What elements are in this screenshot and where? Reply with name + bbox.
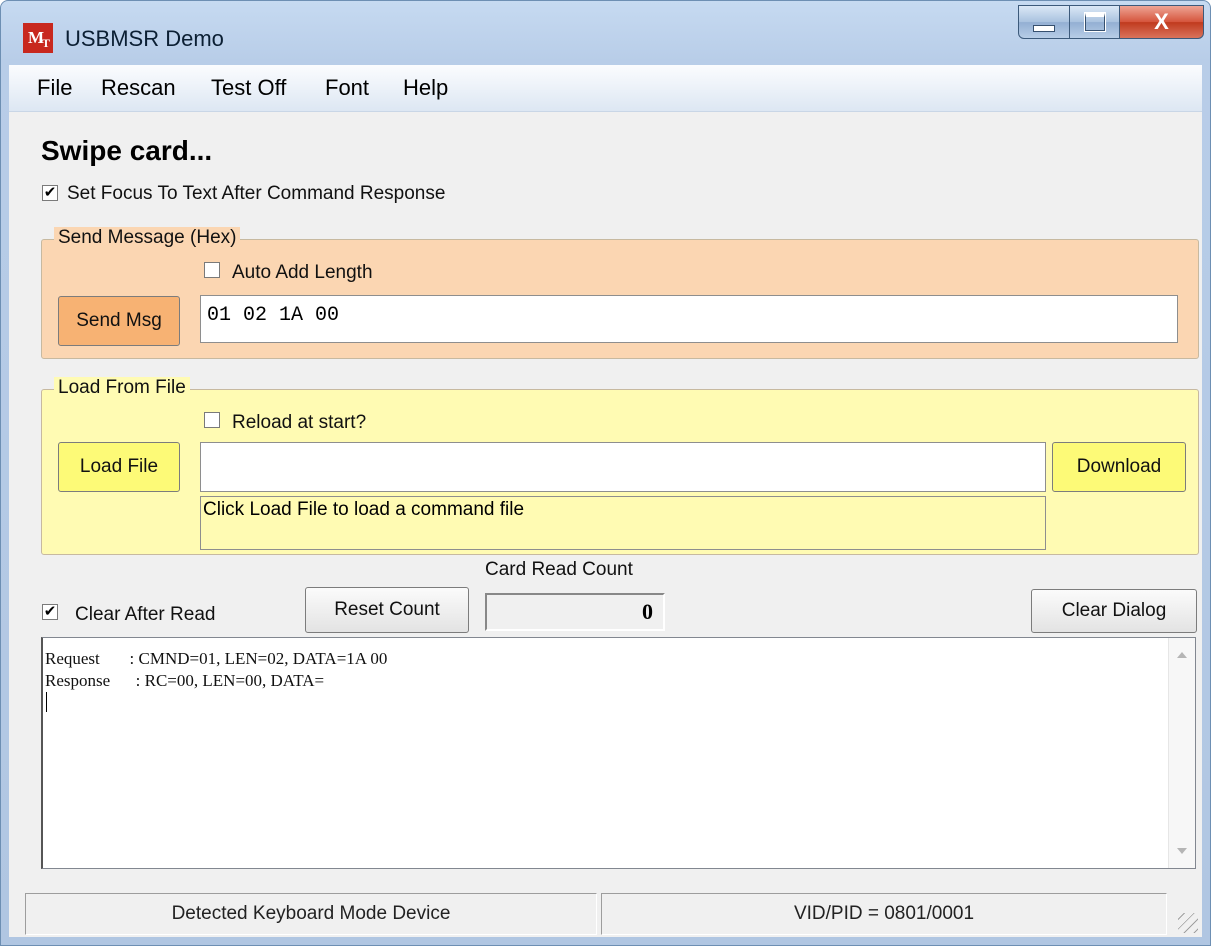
load-file-button[interactable]: Load File	[58, 442, 180, 492]
log-line: Response : RC=00, LEN=00, DATA=	[45, 671, 325, 690]
status-device-mode: Detected Keyboard Mode Device	[25, 893, 597, 935]
send-message-group: Send Message (Hex) Auto Add Length Send …	[41, 227, 1199, 359]
status-heading: Swipe card...	[41, 135, 213, 166]
scroll-down-icon[interactable]	[1177, 848, 1187, 854]
auto-add-length-checkbox[interactable]	[204, 262, 220, 278]
send-msg-button[interactable]: Send Msg	[58, 296, 180, 346]
menu-file[interactable]: File	[37, 75, 72, 101]
load-info-text: Click Load File to load a command file	[200, 496, 1046, 550]
send-message-group-title: Send Message (Hex)	[54, 227, 241, 249]
load-file-group: Load From File Reload at start? Load Fil…	[41, 377, 1199, 555]
reload-at-start-label: Reload at start?	[232, 412, 367, 433]
title-bar[interactable]: MT USBMSR Demo X	[1, 1, 1210, 65]
clear-after-read-checkbox[interactable]: ✔	[42, 604, 58, 620]
response-log-textarea[interactable]: Request : CMND=01, LEN=02, DATA=1A 00 Re…	[41, 637, 1196, 869]
log-scrollbar[interactable]	[1168, 638, 1195, 868]
hex-message-input[interactable]: 01 02 1A 00	[200, 295, 1178, 343]
file-path-input[interactable]	[200, 442, 1046, 492]
status-bar: Detected Keyboard Mode Device VID/PID = …	[9, 887, 1202, 937]
maximize-button[interactable]	[1070, 5, 1120, 39]
client-area: File Rescan Test Off Font Help Swipe car…	[9, 65, 1202, 937]
card-read-count-label: Card Read Count	[485, 559, 633, 580]
status-vid-pid: VID/PID = 0801/0001	[601, 893, 1167, 935]
menu-test-off[interactable]: Test Off	[211, 75, 286, 101]
load-file-group-title: Load From File	[54, 377, 190, 399]
close-button[interactable]: X	[1120, 5, 1204, 39]
clear-after-read-label: Clear After Read	[75, 604, 216, 625]
reload-at-start-checkbox[interactable]	[204, 412, 220, 428]
menu-help[interactable]: Help	[403, 75, 448, 101]
menu-rescan[interactable]: Rescan	[101, 75, 176, 101]
clear-dialog-button[interactable]: Clear Dialog	[1031, 589, 1197, 633]
log-text-content: Request : CMND=01, LEN=02, DATA=1A 00 Re…	[43, 638, 1195, 712]
maximize-icon	[1083, 12, 1106, 32]
menu-font[interactable]: Font	[325, 75, 369, 101]
set-focus-checkbox[interactable]: ✔	[42, 185, 58, 201]
close-icon: X	[1154, 9, 1169, 34]
download-button[interactable]: Download	[1052, 442, 1186, 492]
log-line: Request : CMND=01, LEN=02, DATA=1A 00	[45, 649, 388, 668]
card-read-count-value: 0	[485, 593, 665, 631]
minimize-button[interactable]	[1018, 5, 1070, 39]
resize-grip-icon[interactable]	[1178, 913, 1198, 933]
scroll-up-icon[interactable]	[1177, 652, 1187, 658]
window-title: USBMSR Demo	[65, 26, 224, 51]
reset-count-button[interactable]: Reset Count	[305, 587, 469, 633]
app-logo-icon: MT	[23, 23, 53, 53]
menu-bar: File Rescan Test Off Font Help	[9, 65, 1202, 112]
text-cursor	[46, 692, 47, 712]
app-window: MT USBMSR Demo X File Rescan Test Off Fo…	[0, 0, 1211, 946]
minimize-icon	[1033, 24, 1055, 32]
auto-add-length-label: Auto Add Length	[232, 262, 373, 283]
window-controls: X	[1018, 5, 1204, 39]
set-focus-label: Set Focus To Text After Command Response	[67, 183, 446, 204]
